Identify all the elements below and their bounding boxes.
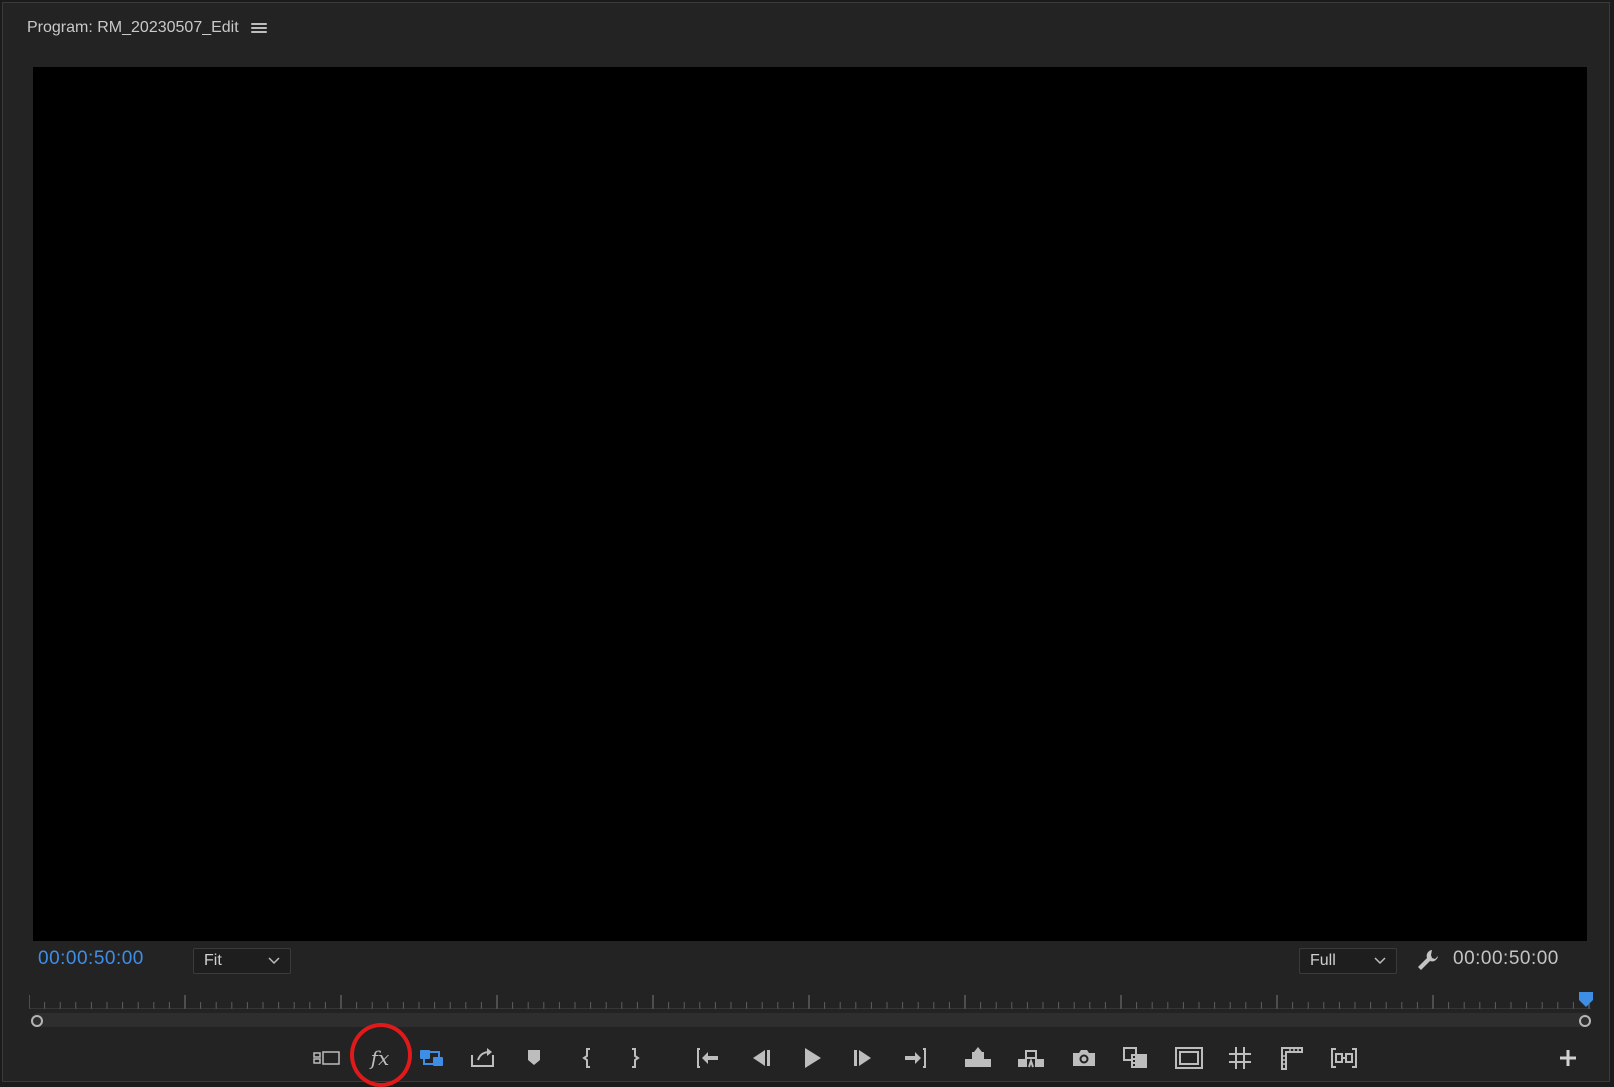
scrollbar-left-handle[interactable]	[31, 1015, 43, 1027]
video-viewer[interactable]	[33, 67, 1587, 941]
comparison-view-icon	[313, 1051, 340, 1065]
lift-button[interactable]	[959, 1041, 997, 1075]
mark-in-icon	[582, 1048, 590, 1068]
camera-icon	[1073, 1050, 1095, 1066]
program-monitor-panel: Program: RM_20230507_Edit 00:00:50:00 Fi…	[2, 2, 1610, 1087]
current-timecode[interactable]: 00:00:50:00	[38, 948, 144, 970]
snap-guides-button[interactable]	[1325, 1041, 1363, 1075]
guides-button[interactable]	[1272, 1041, 1310, 1075]
time-ruler[interactable]	[29, 993, 1591, 1009]
fx-button[interactable]: fx	[361, 1041, 399, 1075]
safe-margins-button[interactable]	[1170, 1041, 1208, 1075]
scrollbar-right-handle[interactable]	[1579, 1015, 1591, 1027]
chevron-down-icon	[268, 957, 280, 965]
play-button[interactable]	[793, 1041, 831, 1075]
add-marker-button[interactable]	[515, 1041, 553, 1075]
step-back-button[interactable]	[741, 1041, 779, 1075]
button-editor-button[interactable]	[1549, 1041, 1587, 1075]
export-icon	[471, 1048, 494, 1067]
hamburger-menu-icon[interactable]	[250, 21, 267, 35]
panel-title[interactable]: Program: RM_20230507_Edit	[27, 19, 239, 37]
zoom-scrollbar[interactable]	[31, 1013, 1591, 1027]
insert-clip-icon	[1123, 1047, 1147, 1068]
step-forward-icon	[854, 1050, 871, 1066]
mark-out-button[interactable]	[615, 1041, 653, 1075]
playback-resolution-value: Full	[1310, 952, 1336, 969]
mark-in-button[interactable]	[569, 1041, 607, 1075]
panel-header: Program: RM_20230507_Edit	[27, 17, 267, 39]
go-to-out-button[interactable]	[896, 1041, 934, 1075]
wrench-icon[interactable]	[1415, 947, 1441, 973]
go-to-in-icon	[697, 1048, 718, 1068]
export-button[interactable]	[464, 1041, 502, 1075]
playhead-icon[interactable]	[1578, 991, 1594, 1009]
zoom-level-value: Fit	[204, 952, 222, 969]
extract-icon	[1018, 1050, 1044, 1068]
grid-button[interactable]	[1221, 1041, 1259, 1075]
playback-resolution-select[interactable]: Full	[1299, 948, 1397, 974]
extract-button[interactable]	[1012, 1041, 1050, 1075]
plus-icon	[1560, 1050, 1576, 1066]
play-icon	[805, 1048, 821, 1068]
step-forward-button[interactable]	[845, 1041, 883, 1075]
safe-margins-icon	[1175, 1047, 1203, 1069]
zoom-level-select[interactable]: Fit	[193, 948, 291, 974]
loop-icon	[420, 1050, 443, 1066]
comparison-view-button[interactable]	[308, 1041, 346, 1075]
grid-icon	[1229, 1047, 1251, 1069]
chevron-down-icon	[1374, 957, 1386, 965]
fx-icon: fx	[370, 1046, 390, 1070]
marker-icon	[528, 1050, 540, 1065]
ruler-icon	[1281, 1047, 1303, 1070]
go-to-in-button[interactable]	[689, 1041, 727, 1075]
insert-clip-button[interactable]	[1117, 1041, 1155, 1075]
step-back-icon	[753, 1050, 770, 1066]
export-frame-button[interactable]	[1065, 1041, 1103, 1075]
lift-icon	[965, 1047, 991, 1067]
duration-timecode: 00:00:50:00	[1453, 948, 1559, 969]
mark-out-icon	[632, 1048, 640, 1068]
loop-playback-button[interactable]	[413, 1041, 451, 1075]
snap-icon	[1331, 1048, 1357, 1068]
go-to-out-icon	[905, 1048, 926, 1068]
